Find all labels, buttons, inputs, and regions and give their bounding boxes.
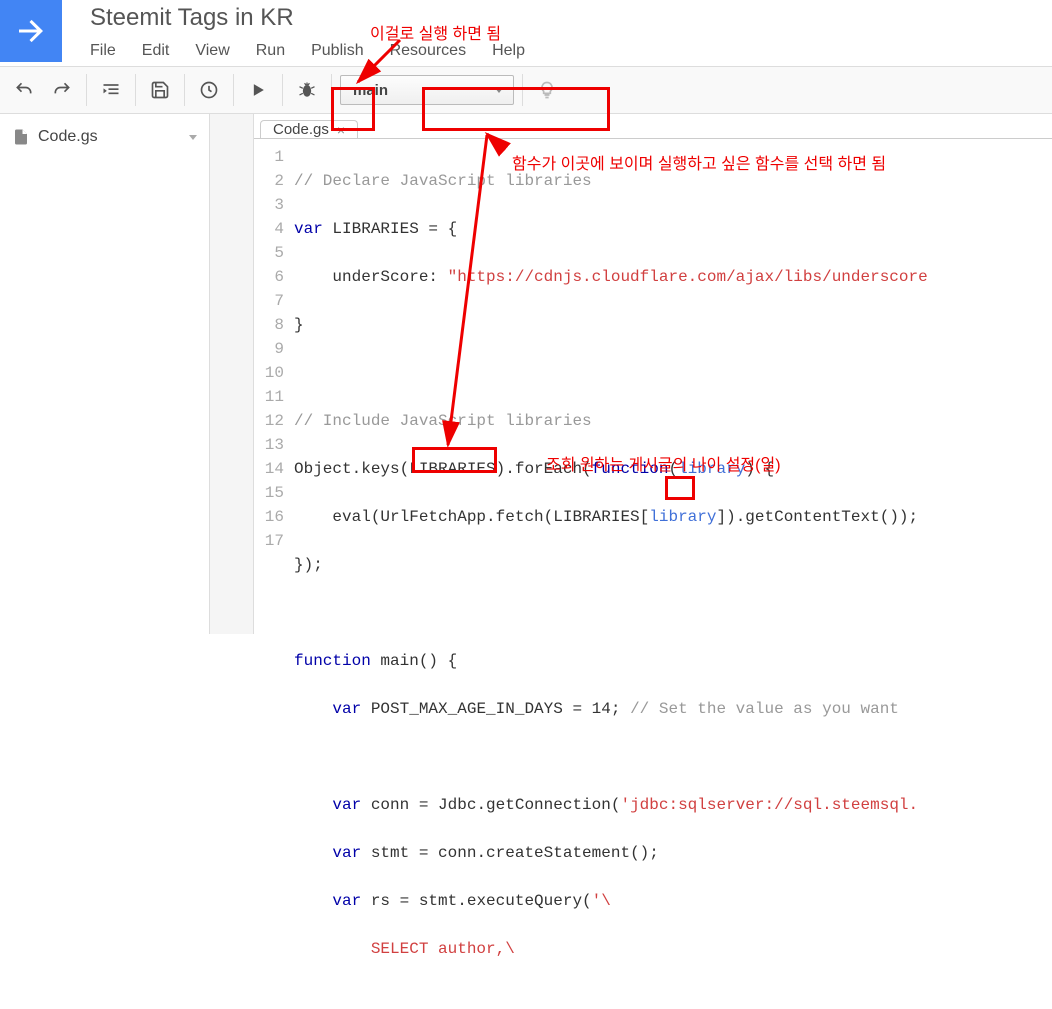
- toolbar: main: [0, 66, 1052, 114]
- undo-button[interactable]: [8, 74, 40, 106]
- sidebar: Code.gs: [0, 114, 210, 634]
- editor-tabs: Code.gs ×: [254, 114, 1052, 139]
- file-icon: [12, 128, 30, 146]
- menubar: File Edit View Run Publish Resources Hel…: [90, 42, 525, 60]
- lightbulb-button[interactable]: [531, 74, 563, 106]
- menu-resources[interactable]: Resources: [390, 42, 466, 60]
- function-selector-value: main: [353, 82, 388, 99]
- line-numbers: 1234567891011121314151617: [254, 145, 294, 1009]
- sidebar-file-label: Code.gs: [38, 128, 98, 146]
- close-icon[interactable]: ×: [337, 122, 345, 138]
- code-editor[interactable]: 1234567891011121314151617 // Declare Jav…: [254, 139, 1052, 1009]
- editor-gutter: [210, 114, 254, 634]
- tab-code-gs[interactable]: Code.gs ×: [260, 120, 358, 138]
- save-button[interactable]: [144, 74, 176, 106]
- caret-down-icon: [495, 88, 503, 93]
- tab-label: Code.gs: [273, 121, 329, 138]
- run-button[interactable]: [242, 74, 274, 106]
- project-title[interactable]: Steemit Tags in KR: [90, 4, 525, 32]
- menu-file[interactable]: File: [90, 42, 116, 60]
- sidebar-file-item[interactable]: Code.gs: [0, 122, 209, 152]
- menu-edit[interactable]: Edit: [142, 42, 170, 60]
- triggers-button[interactable]: [193, 74, 225, 106]
- debug-button[interactable]: [291, 74, 323, 106]
- menu-help[interactable]: Help: [492, 42, 525, 60]
- indent-button[interactable]: [95, 74, 127, 106]
- function-selector[interactable]: main: [340, 75, 514, 105]
- menu-run[interactable]: Run: [256, 42, 285, 60]
- redo-button[interactable]: [46, 74, 78, 106]
- code-content: // Declare JavaScript libraries var LIBR…: [294, 145, 1052, 1009]
- app-logo[interactable]: [0, 0, 62, 62]
- menu-view[interactable]: View: [195, 42, 229, 60]
- menu-publish[interactable]: Publish: [311, 42, 363, 60]
- caret-down-icon: [189, 135, 197, 140]
